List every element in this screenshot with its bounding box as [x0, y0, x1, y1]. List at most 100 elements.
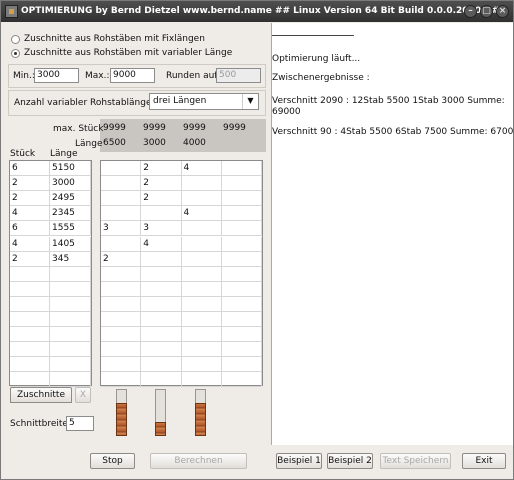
result-cell[interactable]: 3: [101, 221, 142, 237]
result-cell[interactable]: [181, 176, 222, 192]
beispiel-2-button[interactable]: Beispiel 2: [327, 453, 373, 469]
result-cell[interactable]: [181, 281, 222, 297]
stock-max-cell[interactable]: 9999: [103, 123, 126, 133]
cuts-cell[interactable]: [50, 342, 91, 358]
output-panel[interactable]: Optimierung läuft... Zwischenergebnisse …: [271, 23, 514, 445]
result-cell[interactable]: 4: [181, 161, 222, 177]
radio-fixed-lengths-label[interactable]: Zuschnitte aus Rohstäben mit Fixlängen: [24, 34, 205, 44]
cuts-cell[interactable]: 6: [10, 221, 50, 237]
cuts-cell[interactable]: 2: [10, 251, 50, 267]
result-cell[interactable]: [221, 372, 262, 388]
result-cell[interactable]: [101, 191, 142, 207]
result-cell[interactable]: [101, 176, 142, 192]
result-cell[interactable]: [221, 236, 262, 252]
result-cell[interactable]: [221, 206, 262, 222]
result-cell[interactable]: [101, 236, 142, 252]
stock-length-cell[interactable]: 4000: [183, 138, 206, 148]
result-cell[interactable]: [181, 296, 222, 312]
result-cell[interactable]: [221, 342, 262, 358]
cuts-cell[interactable]: [10, 342, 50, 358]
result-cell[interactable]: 3: [141, 221, 182, 237]
maximize-icon[interactable]: □: [480, 5, 493, 18]
result-cell[interactable]: [141, 342, 182, 358]
result-cell[interactable]: [101, 342, 142, 358]
result-cell[interactable]: [221, 221, 262, 237]
result-cell[interactable]: [141, 372, 182, 388]
stock-length-cell[interactable]: 6500: [103, 138, 126, 148]
result-cell[interactable]: [141, 266, 182, 282]
variable-count-select[interactable]: drei Längen ▼: [149, 93, 259, 110]
result-cell[interactable]: [141, 312, 182, 328]
result-cell[interactable]: [101, 206, 142, 222]
result-cell[interactable]: [101, 281, 142, 297]
result-cell[interactable]: [141, 296, 182, 312]
result-cell[interactable]: [221, 191, 262, 207]
stock-length-cell[interactable]: 3000: [143, 138, 166, 148]
result-cell[interactable]: [141, 281, 182, 297]
app-icon[interactable]: [5, 5, 18, 18]
result-cell[interactable]: 4: [141, 236, 182, 252]
cuts-cell[interactable]: 6: [10, 161, 50, 177]
cuts-cell[interactable]: [10, 357, 50, 373]
cuts-cell[interactable]: [10, 266, 50, 282]
result-cell[interactable]: [221, 266, 262, 282]
stock-max-cell[interactable]: 9999: [143, 123, 166, 133]
result-cell[interactable]: [181, 372, 222, 388]
result-cell[interactable]: 4: [181, 206, 222, 222]
result-cell[interactable]: [181, 266, 222, 282]
result-cell[interactable]: [221, 327, 262, 343]
cuts-cell[interactable]: [10, 372, 50, 388]
min-input[interactable]: 3000: [34, 68, 79, 83]
exit-button[interactable]: Exit: [462, 453, 506, 469]
cuts-cell[interactable]: [10, 296, 50, 312]
max-input[interactable]: 9000: [110, 68, 155, 83]
result-cell[interactable]: [101, 296, 142, 312]
cuts-table[interactable]: 6 5150 2 3000 2 2495 4 2345 6 1555 4 1405 2 345: [9, 160, 92, 388]
result-cell[interactable]: [101, 266, 142, 282]
result-cell[interactable]: [141, 327, 182, 343]
result-cell[interactable]: 2: [141, 176, 182, 192]
kerf-input[interactable]: 5: [66, 416, 94, 431]
radio-variable-lengths[interactable]: [11, 49, 20, 58]
minimize-icon[interactable]: –: [464, 5, 477, 18]
cuts-cell[interactable]: [50, 312, 91, 328]
result-cell[interactable]: [181, 221, 222, 237]
result-cell[interactable]: [181, 236, 222, 252]
cuts-cell[interactable]: 2: [10, 191, 50, 207]
stop-button[interactable]: Stop: [90, 453, 135, 469]
result-cell[interactable]: [221, 161, 262, 177]
result-cell[interactable]: [221, 251, 262, 267]
cuts-cell[interactable]: [50, 266, 91, 282]
cuts-cell[interactable]: 2495: [50, 191, 91, 207]
result-cell[interactable]: [181, 191, 222, 207]
result-cell[interactable]: [101, 327, 142, 343]
cuts-cell[interactable]: 4: [10, 206, 50, 222]
cuts-cell[interactable]: 1555: [50, 221, 91, 237]
result-cell[interactable]: [181, 357, 222, 373]
cuts-cell[interactable]: [50, 281, 91, 297]
cuts-cell[interactable]: [10, 327, 50, 343]
cuts-cell[interactable]: 345: [50, 251, 91, 267]
result-cell[interactable]: [181, 342, 222, 358]
result-cell[interactable]: [101, 357, 142, 373]
result-cell[interactable]: [101, 372, 142, 388]
result-cell[interactable]: [181, 327, 222, 343]
result-cell[interactable]: [101, 312, 142, 328]
tab-close-button[interactable]: X: [75, 387, 91, 403]
result-cell[interactable]: [221, 176, 262, 192]
text-speichern-button[interactable]: Text Speichern: [380, 453, 451, 469]
cuts-cell[interactable]: 5150: [50, 161, 91, 177]
tab-zuschnitte[interactable]: Zuschnitte: [10, 387, 72, 403]
result-cell[interactable]: [221, 281, 262, 297]
result-cell[interactable]: [181, 251, 222, 267]
radio-variable-lengths-label[interactable]: Zuschnitte aus Rohstäben mit variabler L…: [24, 48, 232, 58]
cuts-cell[interactable]: 3000: [50, 176, 91, 192]
result-cell[interactable]: 2: [101, 251, 142, 267]
cuts-cell[interactable]: 2345: [50, 206, 91, 222]
result-cell[interactable]: [221, 296, 262, 312]
result-cell[interactable]: [221, 312, 262, 328]
beispiel-1-button[interactable]: Beispiel 1: [276, 453, 322, 469]
result-cell[interactable]: [141, 206, 182, 222]
cuts-cell[interactable]: [50, 296, 91, 312]
result-cell[interactable]: [221, 357, 262, 373]
